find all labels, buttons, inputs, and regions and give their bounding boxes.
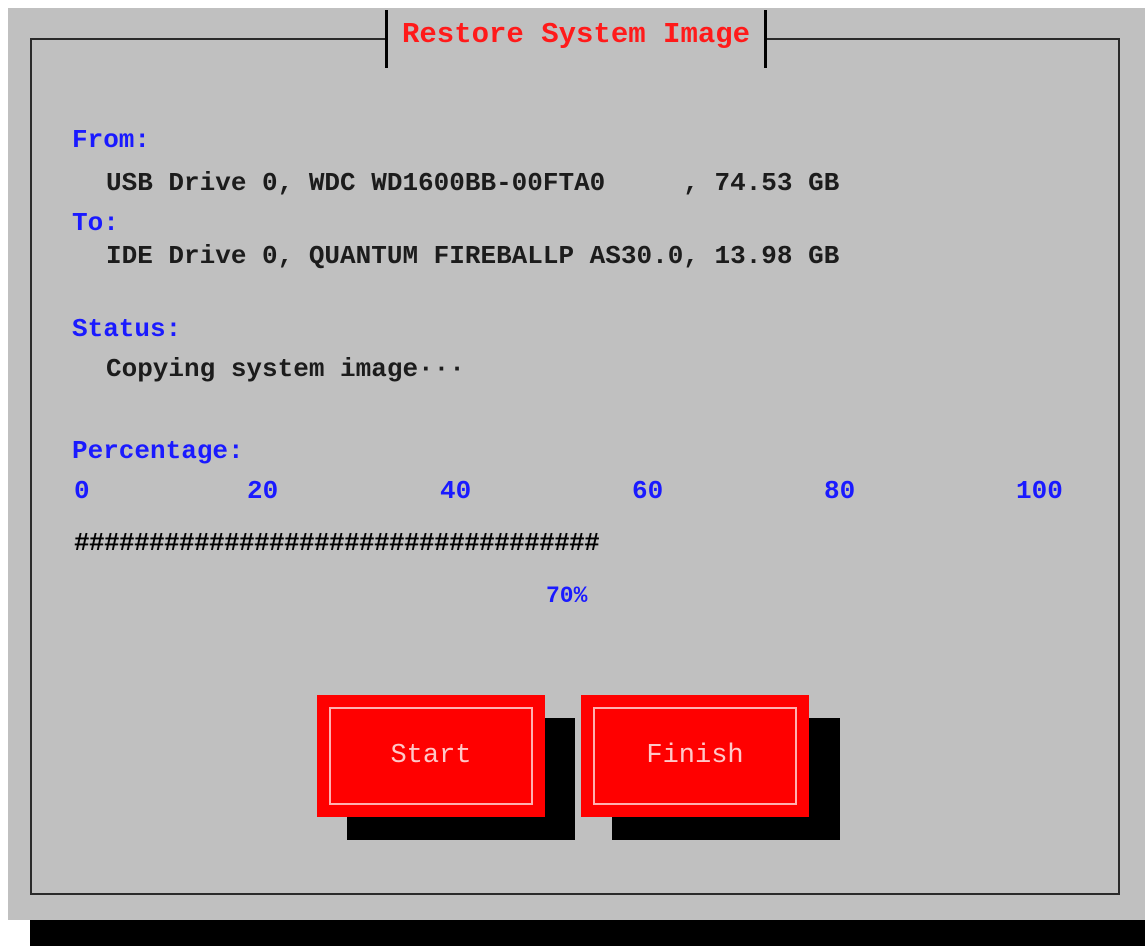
scale-tick-20: 20 <box>247 476 279 506</box>
status-label: Status: <box>72 314 182 344</box>
scale-tick-0: 0 <box>74 476 90 506</box>
window-shadow <box>30 920 1145 946</box>
to-value: IDE Drive 0, QUANTUM FIREBALLP AS30.0, 1… <box>106 241 840 271</box>
from-value: USB Drive 0, WDC WD1600BB-00FTA0 , 74.53… <box>106 168 840 198</box>
finish-button[interactable]: Finish <box>581 695 809 817</box>
start-button[interactable]: Start <box>317 695 545 817</box>
progress-percent: 70% <box>546 583 588 609</box>
dialog-frame <box>30 38 1120 895</box>
scale-tick-100: 100 <box>1016 476 1063 506</box>
dialog-title: Restore System Image <box>402 18 751 51</box>
screen: Restore System Image From: USB Drive 0, … <box>0 0 1145 946</box>
to-label: To: <box>72 208 119 238</box>
percentage-label: Percentage: <box>72 436 244 466</box>
scale-tick-40: 40 <box>440 476 472 506</box>
from-label: From: <box>72 125 151 155</box>
status-value: Copying system image··· <box>106 354 465 384</box>
finish-button-label: Finish <box>593 707 797 805</box>
scale-tick-80: 80 <box>824 476 856 506</box>
start-button-label: Start <box>329 707 533 805</box>
scale-tick-60: 60 <box>632 476 664 506</box>
title-bar: Restore System Image <box>385 10 768 68</box>
progress-bar: ################################### <box>74 528 600 558</box>
restore-dialog: Restore System Image From: USB Drive 0, … <box>8 8 1145 920</box>
